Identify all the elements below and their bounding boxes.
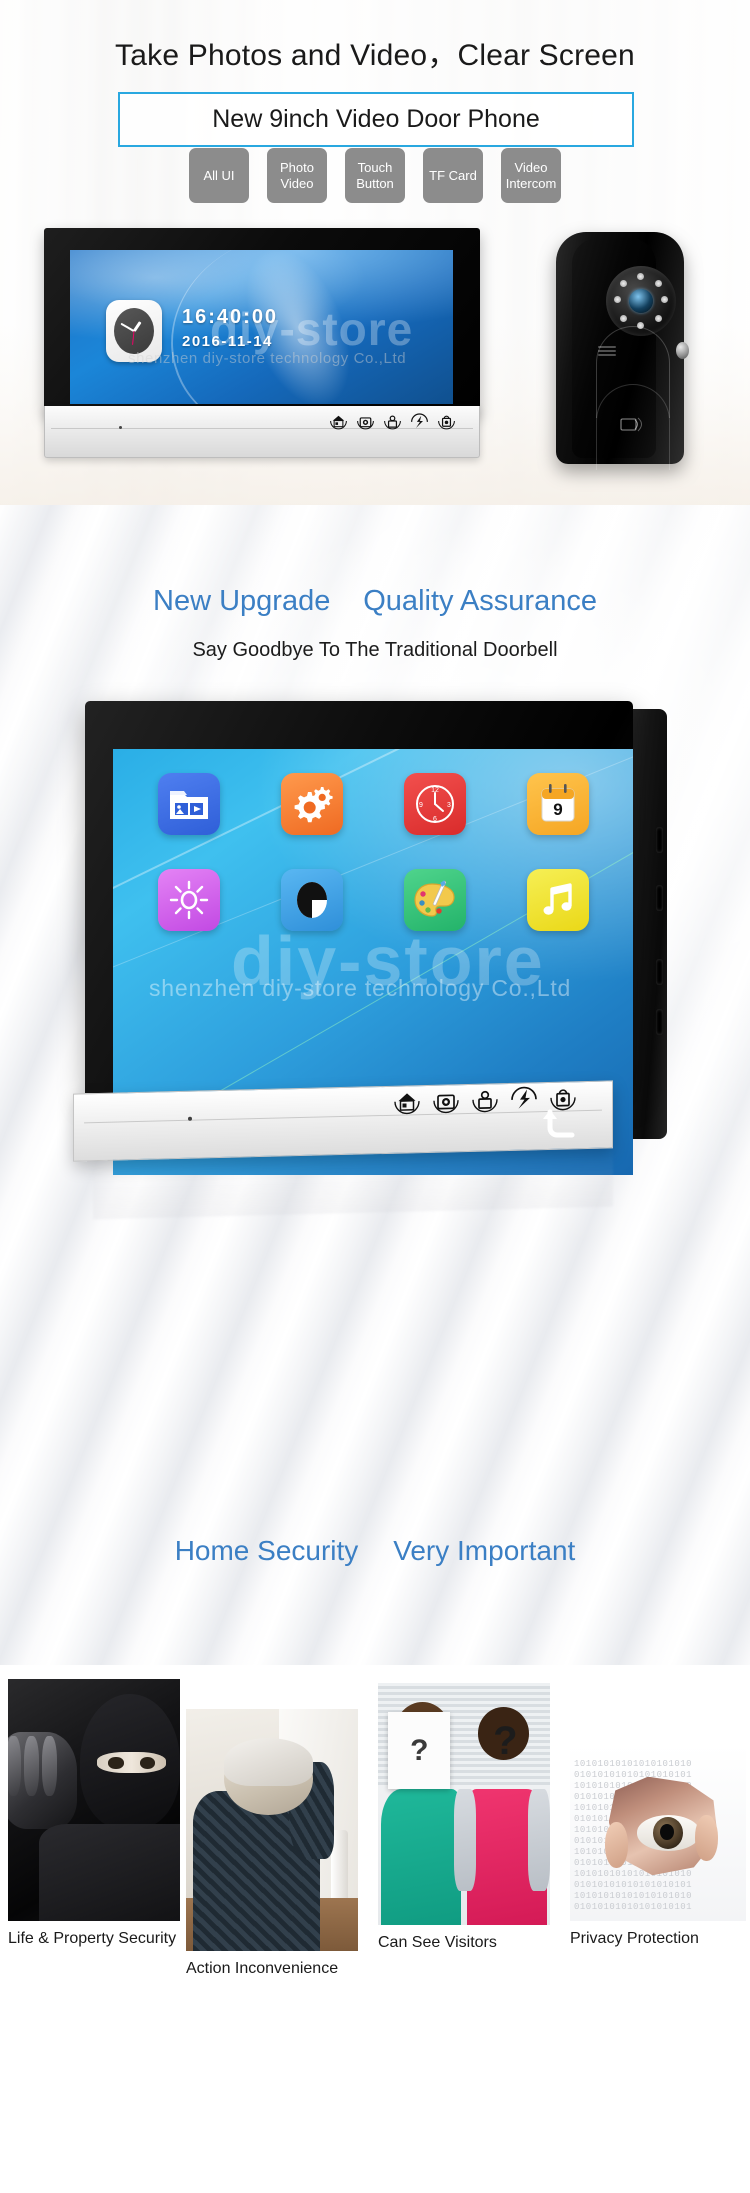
monitor-screen: 16:40:00 2016-11-14 bbox=[70, 250, 453, 404]
burglar-photo bbox=[8, 1679, 180, 1921]
benefit-card-privacy-protection: 10101010101010101010 01010101010101010101… bbox=[570, 1745, 746, 1949]
home-icon[interactable] bbox=[327, 412, 349, 438]
visitors-question-mark-photo: ?? bbox=[378, 1683, 550, 1925]
station-faceplate bbox=[572, 238, 689, 470]
main-monitor-unit: diy-store shenzhen diy-store technology … bbox=[73, 701, 667, 1220]
feature-tag-label: Touch bbox=[357, 160, 393, 176]
camera-icon[interactable] bbox=[431, 1087, 461, 1122]
color-palette-icon[interactable] bbox=[403, 869, 466, 931]
product-name-box: New 9inch Video Door Phone bbox=[118, 92, 634, 147]
feature-tag-label: All UI bbox=[203, 167, 235, 183]
benefit-card-action-inconvenience: Action Inconvenience bbox=[186, 1709, 358, 1979]
camera-icon[interactable] bbox=[354, 412, 376, 438]
screen-watermark: diy-store bbox=[231, 922, 545, 1000]
talk-icon[interactable] bbox=[408, 412, 430, 438]
benefit-caption: Life & Property Security bbox=[8, 1930, 177, 1947]
calendar-icon[interactable]: 9 bbox=[526, 773, 589, 835]
camera-lens bbox=[629, 289, 653, 313]
product-listing-page: Take Photos and Video，Clear Screen New 9… bbox=[0, 0, 750, 2193]
indoor-monitor-unit: 16:40:00 2016-11-14 bbox=[44, 228, 480, 458]
settings-gear-icon[interactable] bbox=[280, 773, 343, 835]
clock-icon[interactable]: 12 3 6 9 bbox=[403, 773, 466, 835]
talk-icon[interactable] bbox=[509, 1085, 539, 1120]
screen-date: 2016-11-14 bbox=[182, 333, 273, 350]
heading-home-security: Home Security bbox=[174, 1535, 359, 1566]
upgrade-section: New Upgrade Quality Assurance Say Goodby… bbox=[0, 505, 750, 1665]
outdoor-door-station bbox=[556, 232, 689, 470]
feature-tag-photo-video: Photo Video bbox=[267, 148, 327, 203]
touch-button-row bbox=[327, 412, 457, 438]
light-sensor bbox=[676, 342, 689, 359]
feature-tag-tf-card: TF Card bbox=[423, 148, 483, 203]
feature-tag-label: Video bbox=[514, 160, 548, 176]
hero-section: Take Photos and Video，Clear Screen New 9… bbox=[0, 0, 750, 505]
monitor-reflection bbox=[93, 1146, 613, 1220]
feature-tag-touch-button: Touch Button bbox=[345, 148, 405, 203]
feature-tag-label: Intercom bbox=[505, 175, 557, 191]
unlock-person-icon[interactable] bbox=[381, 412, 403, 438]
heading-very-important: Very Important bbox=[393, 1535, 576, 1566]
app-icon-grid: 12 3 6 9 9 bbox=[147, 773, 599, 931]
monitor-control-panel bbox=[44, 406, 480, 458]
feature-tag-row: All UI Photo Video Touch Button TF Card … bbox=[0, 148, 750, 203]
monitor-lock-icon[interactable] bbox=[435, 412, 457, 438]
heading-new-upgrade: New Upgrade bbox=[153, 585, 331, 617]
photo-video-icon[interactable] bbox=[157, 773, 220, 835]
heading-quality-assurance: Quality Assurance bbox=[363, 585, 597, 617]
microphone-hole bbox=[119, 426, 122, 429]
benefit-caption: Action Inconvenience bbox=[186, 1960, 339, 1977]
contrast-icon[interactable] bbox=[280, 869, 343, 931]
rfid-card-icon bbox=[619, 414, 645, 434]
benefit-card-life-property: Life & Property Security bbox=[8, 1679, 180, 1949]
feature-tag-label: Video bbox=[280, 175, 314, 191]
elderly-person-photo bbox=[186, 1709, 358, 1951]
benefit-card-can-see-visitors: ?? Can See Visitors bbox=[378, 1683, 550, 1953]
music-note-icon[interactable] bbox=[526, 869, 589, 931]
hero-product-photo: 16:40:00 2016-11-14 diy-store shenzhen d… bbox=[0, 228, 750, 488]
eye-through-paper-photo: 10101010101010101010 01010101010101010101… bbox=[570, 1745, 746, 1921]
svg-text:3: 3 bbox=[447, 802, 451, 809]
screen-time: 16:40:00 bbox=[182, 306, 279, 328]
feature-tag-label: Photo bbox=[280, 160, 314, 176]
page-title: Take Photos and Video，Clear Screen bbox=[115, 39, 635, 72]
analog-clock-face bbox=[114, 308, 154, 354]
calendar-day: 9 bbox=[553, 800, 562, 819]
back-arrow-icon[interactable] bbox=[539, 1108, 581, 1151]
feature-tag-label: Button bbox=[356, 175, 394, 191]
screen-watermark-sub: shenzhen diy-store technology Co.,Ltd bbox=[149, 975, 572, 1001]
feature-tag-label: TF Card bbox=[429, 167, 477, 183]
benefit-caption: Privacy Protection bbox=[570, 1930, 699, 1947]
section-heading-row: New Upgrade Quality Assurance bbox=[0, 585, 750, 618]
home-icon[interactable] bbox=[392, 1088, 422, 1123]
clock-widget bbox=[106, 300, 162, 362]
feature-tag-all-ui: All UI bbox=[189, 148, 249, 203]
unlock-person-icon[interactable] bbox=[470, 1086, 500, 1121]
section-subheading: Say Goodbye To The Traditional Doorbell bbox=[192, 639, 558, 661]
feature-tag-video-intercom: Video Intercom bbox=[501, 148, 561, 203]
section-bottom-heading-row: Home Security Very Important bbox=[0, 1535, 750, 1567]
benefit-caption: Can See Visitors bbox=[378, 1934, 497, 1951]
svg-text:9: 9 bbox=[419, 802, 423, 809]
brightness-icon[interactable] bbox=[157, 869, 220, 931]
camera-module bbox=[606, 266, 676, 336]
benefits-section: Life & Property Security Action Inconven… bbox=[0, 1665, 750, 2193]
svg-text:6: 6 bbox=[433, 816, 437, 823]
product-name: New 9inch Video Door Phone bbox=[212, 105, 540, 133]
